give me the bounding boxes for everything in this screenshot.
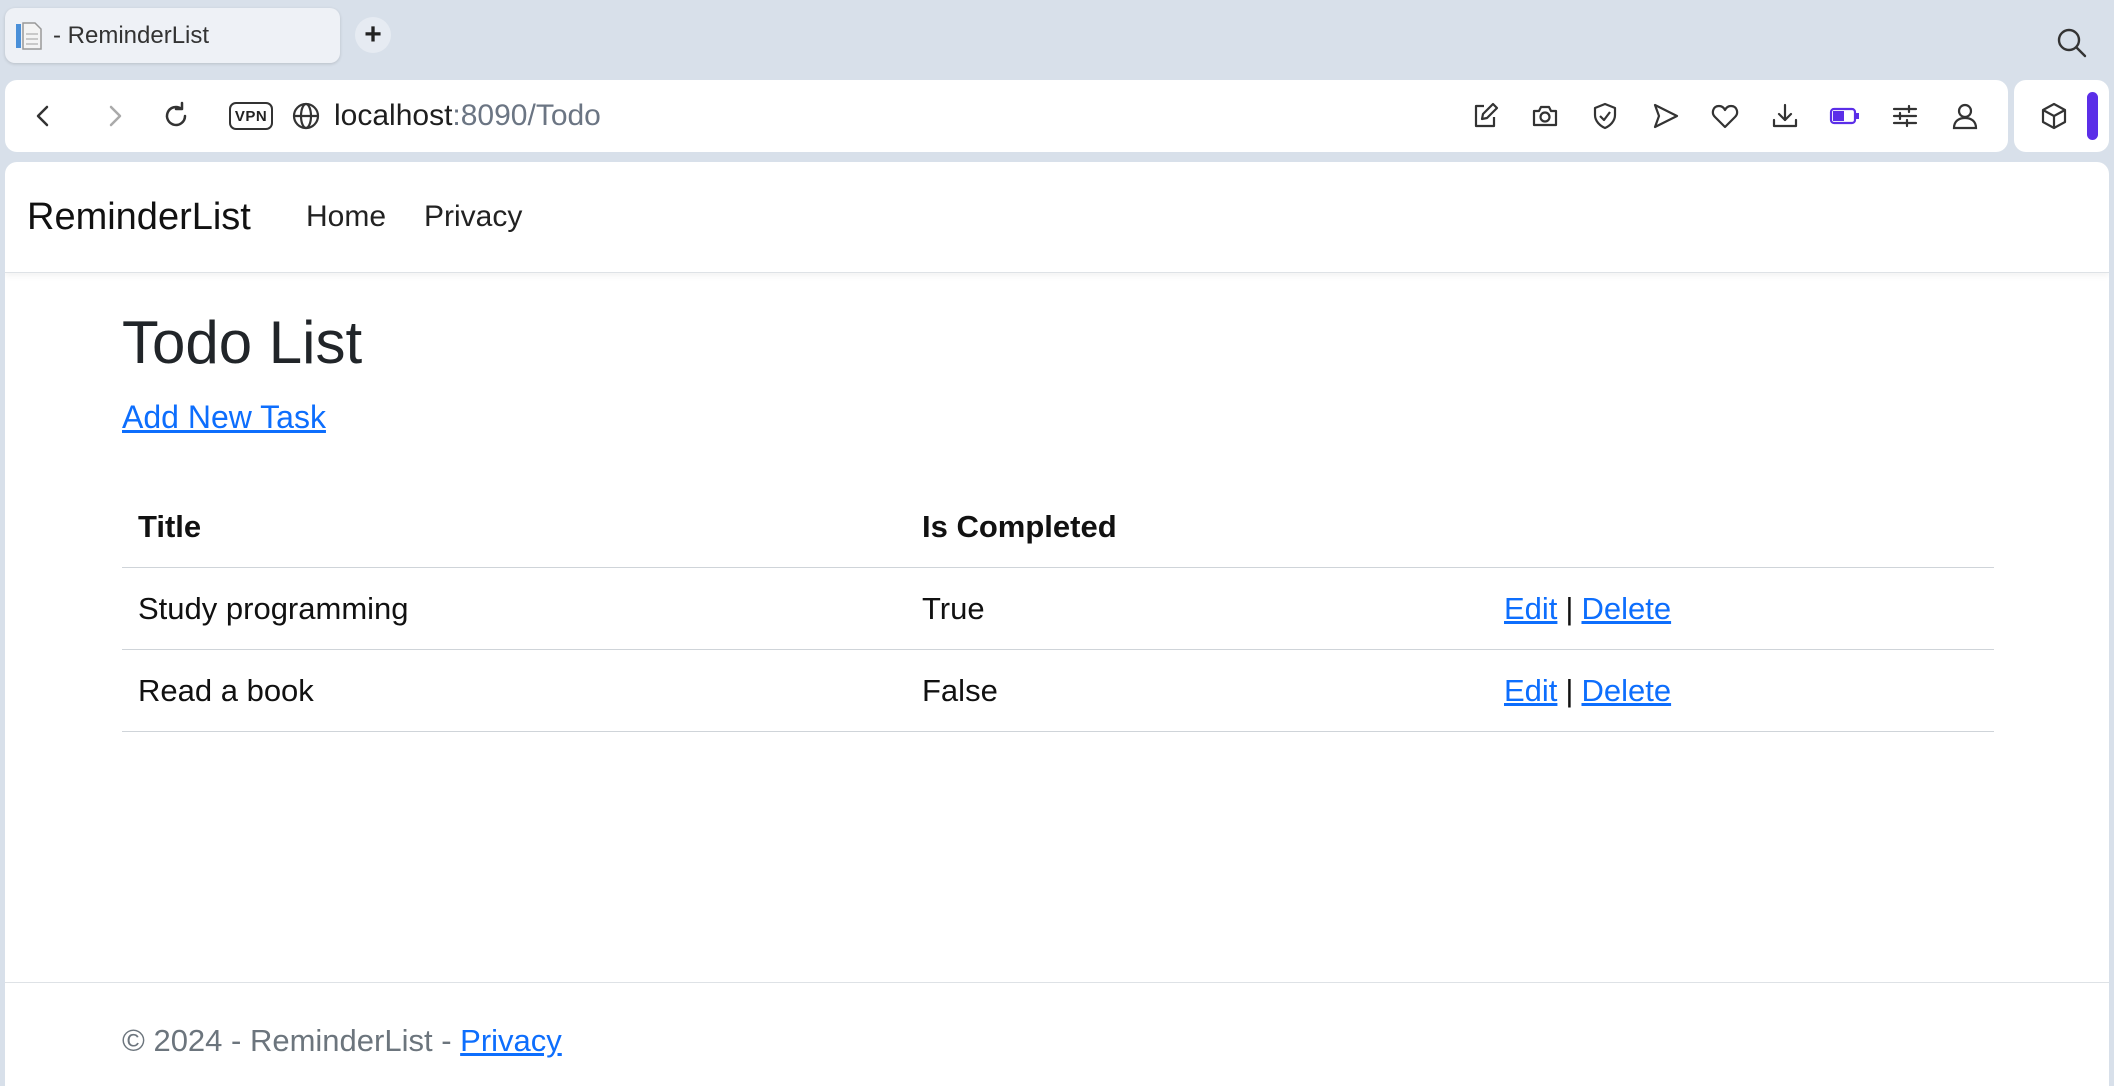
sidebar-toggle-indicator[interactable] (2087, 92, 2098, 140)
row-actions: Edit | Delete (1504, 568, 1671, 650)
profile-icon[interactable] (1947, 98, 1983, 134)
tab-title: - ReminderList (53, 21, 210, 49)
camera-icon[interactable] (1527, 98, 1563, 134)
footer-privacy-link[interactable]: Privacy (460, 1023, 562, 1058)
nav-link-home[interactable]: Home (306, 197, 386, 237)
site-footer: © 2024 - ReminderList - Privacy (122, 1020, 562, 1062)
heart-icon[interactable] (1707, 98, 1743, 134)
send-icon[interactable] (1647, 98, 1683, 134)
new-tab-button[interactable]: + (355, 17, 391, 53)
action-separator: | (1565, 591, 1574, 626)
task-title: Study programming (138, 591, 409, 626)
cube-icon[interactable] (2036, 98, 2072, 134)
globe-icon[interactable] (288, 98, 324, 134)
url-path: :8090/Todo (452, 99, 601, 132)
forward-icon[interactable] (97, 98, 133, 134)
task-title: Read a book (138, 673, 314, 708)
edit-link[interactable]: Edit (1504, 591, 1557, 626)
document-icon (15, 20, 45, 52)
action-separator: | (1565, 673, 1574, 708)
column-header-completed: Is Completed (922, 509, 1117, 544)
footer-text: © 2024 - ReminderList - (122, 1023, 461, 1058)
delete-link[interactable]: Delete (1581, 591, 1671, 626)
reload-icon[interactable] (158, 98, 194, 134)
search-icon[interactable] (2055, 26, 2089, 60)
edit-link[interactable]: Edit (1504, 673, 1557, 708)
browser-tab[interactable]: - ReminderList (5, 8, 340, 63)
row-actions: Edit | Delete (1504, 650, 1671, 732)
url-host: localhost (334, 99, 453, 132)
nav-link-privacy[interactable]: Privacy (424, 197, 522, 237)
battery-icon[interactable] (1827, 98, 1863, 134)
add-new-task-link[interactable]: Add New Task (122, 396, 326, 438)
web-page: ReminderList Home Privacy Todo List Add … (5, 162, 2109, 1086)
address-bar: VPN localhost:8090/Todo (5, 80, 2008, 152)
download-icon[interactable] (1767, 98, 1803, 134)
footer-divider (5, 982, 2109, 983)
table-header-row: Title Is Completed (122, 486, 1994, 568)
tab-strip: - ReminderList + (0, 0, 2114, 74)
task-completed: False (922, 673, 998, 708)
edit-icon[interactable] (1467, 98, 1503, 134)
table-row: Read a book False Edit | Delete (122, 650, 1994, 732)
shield-icon[interactable] (1587, 98, 1623, 134)
task-completed: True (922, 591, 985, 626)
side-panel-toolbar (2014, 80, 2109, 152)
column-header-title: Title (138, 509, 202, 544)
settings-sliders-icon[interactable] (1887, 98, 1923, 134)
table-row: Study programming True Edit | Delete (122, 568, 1994, 650)
delete-link[interactable]: Delete (1581, 673, 1671, 708)
todo-table: Title Is Completed Study programming Tru… (122, 486, 1994, 732)
back-icon[interactable] (25, 98, 61, 134)
url-field[interactable]: localhost:8090/Todo (334, 96, 601, 136)
vpn-badge[interactable]: VPN (229, 102, 273, 130)
site-brand[interactable]: ReminderList (27, 192, 251, 242)
page-title: Todo List (122, 309, 363, 376)
site-navbar: ReminderList Home Privacy (5, 162, 2109, 273)
